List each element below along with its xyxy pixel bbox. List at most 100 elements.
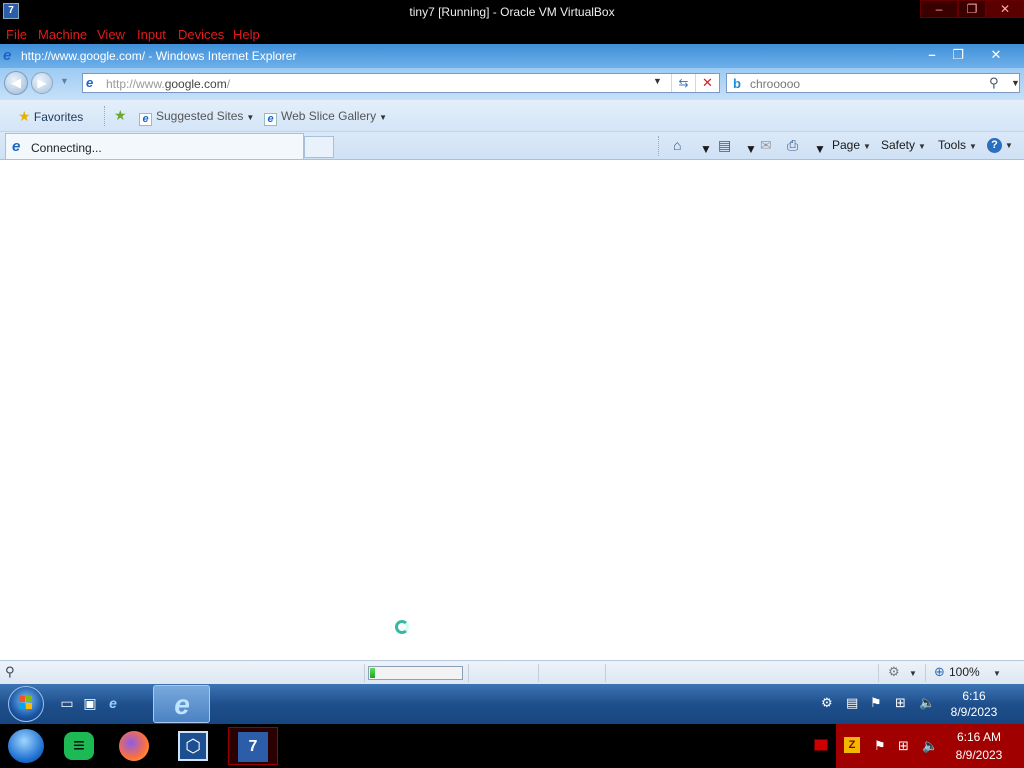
guest-clock-date: 8/9/2023 xyxy=(950,705,998,719)
menu-machine[interactable]: Machine xyxy=(38,27,87,42)
volume-icon[interactable]: 🔈 xyxy=(919,695,935,711)
favorites-star-icon: ★ xyxy=(18,108,31,124)
host-clock-date: 8/9/2023 xyxy=(955,748,1003,762)
vbox-maximize-button[interactable]: ❐ xyxy=(958,0,986,18)
web-slice-gallery-label: Web Slice Gallery xyxy=(281,109,377,123)
back-button[interactable]: ◀ xyxy=(4,71,28,95)
tray-device-icon[interactable]: ▤ xyxy=(846,695,858,711)
menu-input[interactable]: Input xyxy=(137,27,166,42)
loading-progress-bar xyxy=(368,666,463,680)
refresh-icon[interactable]: ⇆ xyxy=(671,74,695,92)
bing-icon: b xyxy=(733,76,741,91)
internet-explorer-icon: e xyxy=(174,689,190,720)
chevron-down-icon: ▼ xyxy=(379,113,388,122)
new-tab-button[interactable] xyxy=(304,136,334,158)
vbox-menubar: File Machine View Input Devices Help xyxy=(0,24,1024,44)
menu-view[interactable]: View xyxy=(97,27,125,42)
status-divider xyxy=(925,664,926,682)
host-clock[interactable]: 6:16 AM 8/9/2023 xyxy=(950,728,1008,764)
zoom-level[interactable]: 100% xyxy=(949,665,980,679)
host-start-button[interactable] xyxy=(2,727,52,765)
status-divider xyxy=(468,664,469,682)
address-dropdown-icon[interactable]: ▼ xyxy=(653,76,662,86)
home-icon[interactable]: ⌂ xyxy=(673,137,681,153)
volume-icon[interactable]: 🔈 xyxy=(922,738,938,754)
host-clock-time: 6:16 AM xyxy=(956,730,1002,744)
network-icon[interactable]: ⊞ xyxy=(898,738,909,754)
host-app-firefox[interactable] xyxy=(110,727,160,765)
ie-window-title: http://www.google.com/ - Windows Interne… xyxy=(21,49,297,63)
ie-navigation-bar: ◀ ▶ ▼ e http://www.google.com/ ▼ ⇆ ✕ b c… xyxy=(0,68,1024,100)
host-app-virtualbox-manager[interactable]: ⬡ xyxy=(168,727,218,765)
windows-logo-icon xyxy=(19,696,33,710)
tray-app-icon[interactable]: Z xyxy=(844,737,860,753)
tab-command-bar: e Connecting... ⌂ ▼ ▤ ▼ ✉ ⎙ ▼ Page ▼ Safe… xyxy=(0,132,1024,160)
feeds-icon[interactable]: ▤ xyxy=(718,137,731,154)
suggested-sites-link[interactable]: e Suggested Sites ▼ xyxy=(139,109,254,126)
network-icon[interactable]: ⊞ xyxy=(895,695,906,711)
tray-show-hidden-icon[interactable] xyxy=(814,739,828,751)
status-divider xyxy=(538,664,539,682)
loading-progress-fill xyxy=(370,668,375,678)
chevron-down-icon[interactable]: ▼ xyxy=(909,669,917,678)
vbox-minimize-button[interactable]: – xyxy=(920,0,958,18)
web-slice-gallery-link[interactable]: e Web Slice Gallery ▼ xyxy=(264,109,387,126)
address-bar[interactable]: e http://www.google.com/ ▼ ⇆ ✕ xyxy=(82,73,720,93)
address-input[interactable]: http://www.google.com/ xyxy=(106,77,230,91)
search-box[interactable]: b chrooooo ⚲ ▼ xyxy=(726,73,1020,93)
host-app-virtualbox-vm[interactable]: 7 xyxy=(228,727,278,765)
action-center-flag-icon[interactable]: ⚑ xyxy=(870,695,882,711)
search-input[interactable]: chrooooo xyxy=(750,77,800,91)
host-app-green[interactable]: ≡ xyxy=(55,727,105,765)
page-menu[interactable]: Page ▼ xyxy=(832,138,871,152)
favorites-bar: ★ Favorites ★ e Suggested Sites ▼ e Web Sli… xyxy=(0,100,1024,132)
forward-button[interactable]: ▶ xyxy=(31,72,53,94)
page-content[interactable] xyxy=(0,160,1024,660)
favorites-label: Favorites xyxy=(33,110,84,124)
menu-file[interactable]: File xyxy=(6,27,27,42)
switch-windows-icon[interactable]: ▣ xyxy=(81,694,99,712)
search-options-dropdown-icon[interactable]: ▼ xyxy=(1011,78,1020,88)
menu-devices[interactable]: Devices xyxy=(178,27,224,42)
guest-clock[interactable]: 6:16 8/9/2023 xyxy=(946,688,1002,720)
menu-help[interactable]: Help xyxy=(233,27,260,42)
vbox-window-title: tiny7 [Running] - Oracle VM VirtualBox xyxy=(409,5,615,19)
taskbar-internet-explorer[interactable]: e xyxy=(153,685,210,723)
print-icon[interactable]: ⎙ xyxy=(787,137,798,154)
tools-menu[interactable]: Tools ▼ xyxy=(938,138,977,152)
guest-taskbar: ▭ ▣ e e ⚙ ▤ ⚑ ⊞ 🔈 6:16 8/9/2023 xyxy=(0,684,1024,724)
zoom-icon[interactable]: ⊕ xyxy=(934,664,945,680)
command-bar-grip xyxy=(658,136,660,156)
search-icon[interactable]: ⚲ xyxy=(989,75,999,91)
ie-minimize-button[interactable]: – xyxy=(921,46,943,64)
suggested-sites-label: Suggested Sites xyxy=(156,109,244,123)
print-dropdown-icon[interactable]: ▼ xyxy=(814,142,826,156)
zoom-dropdown-icon[interactable]: ▼ xyxy=(993,669,1001,678)
page-icon: e xyxy=(86,75,94,90)
recent-pages-dropdown-icon[interactable]: ▼ xyxy=(60,76,69,86)
chevron-down-icon: ▼ xyxy=(246,113,255,122)
page-menu-label: Page xyxy=(832,138,861,152)
add-to-favorites-bar-icon[interactable]: ★ xyxy=(114,107,127,124)
ie-restore-button[interactable]: ❐ xyxy=(947,46,969,64)
safety-menu[interactable]: Safety ▼ xyxy=(881,138,926,152)
favorites-button[interactable]: ★ Favorites xyxy=(18,108,83,125)
ie-close-button[interactable]: ✕ xyxy=(985,46,1007,64)
home-dropdown-icon[interactable]: ▼ xyxy=(700,142,712,156)
stop-icon[interactable]: ✕ xyxy=(695,74,719,92)
status-divider xyxy=(364,664,365,682)
status-divider xyxy=(605,664,606,682)
read-mail-icon[interactable]: ✉ xyxy=(760,137,772,154)
status-bar: ⚲ ⚙ ▼ ⊕ 100% ▼ xyxy=(0,660,1024,684)
start-button[interactable] xyxy=(8,686,44,722)
show-desktop-icon[interactable]: ▭ xyxy=(58,694,76,712)
tray-network-icon[interactable]: ⚙ xyxy=(821,695,833,711)
tab-active[interactable]: e Connecting... xyxy=(5,133,304,159)
help-icon[interactable]: ? ▼ xyxy=(987,137,1013,153)
vbox-close-button[interactable]: ✕ xyxy=(986,0,1024,18)
ie-page-icon: e xyxy=(264,113,277,126)
protected-mode-icon[interactable]: ⚙ xyxy=(888,664,900,680)
action-center-flag-icon[interactable]: ⚑ xyxy=(874,738,886,754)
feeds-dropdown-icon[interactable]: ▼ xyxy=(745,142,757,156)
internet-explorer-quicklaunch-icon[interactable]: e xyxy=(104,694,122,712)
